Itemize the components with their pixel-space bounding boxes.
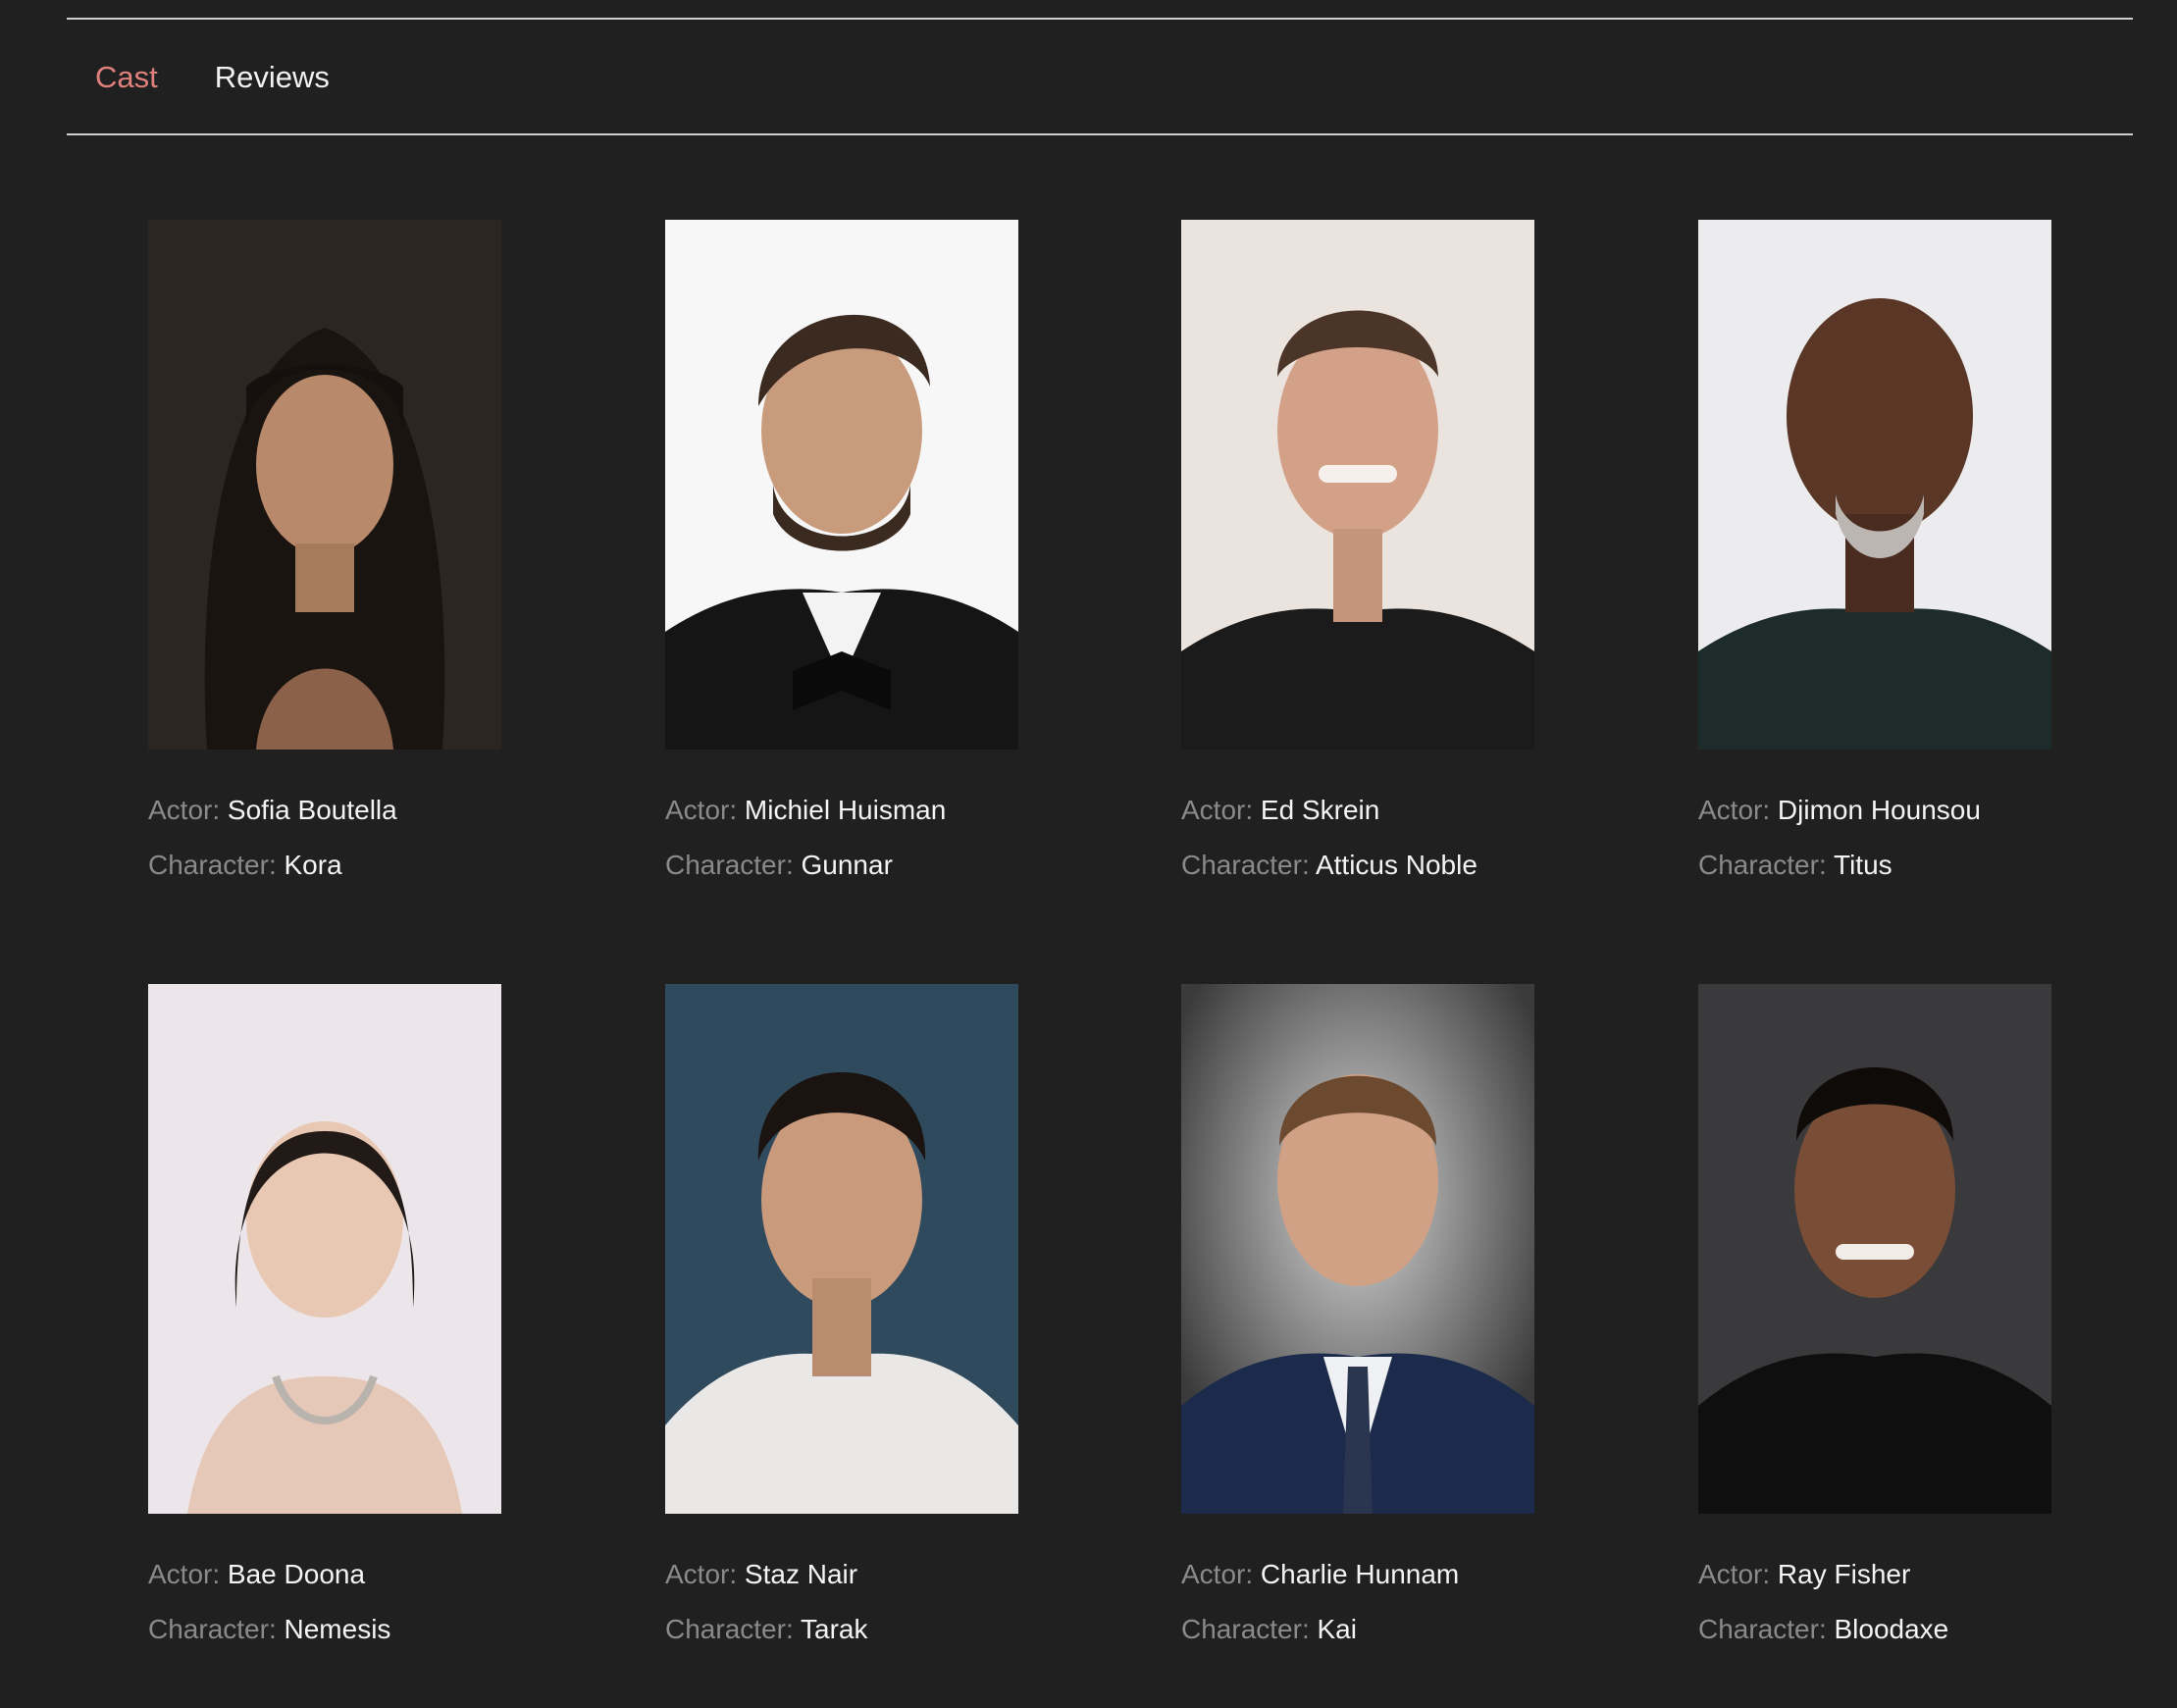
actor-name: Charlie Hunnam [1260, 1559, 1460, 1589]
character-label: Character: [665, 850, 794, 880]
actor-label: Actor: [1181, 1559, 1254, 1589]
cast-card[interactable]: Actor: Sofia Boutella Character: Kora [148, 220, 619, 893]
actor-name: Staz Nair [744, 1559, 858, 1589]
character-name: Gunnar [801, 850, 893, 880]
actor-label: Actor: [148, 1559, 221, 1589]
character-name: Atticus Noble [1315, 850, 1477, 880]
cast-card[interactable]: Actor: Ed Skrein Character: Atticus Nobl… [1181, 220, 1652, 893]
actor-photo[interactable] [1698, 984, 2051, 1514]
actor-photo[interactable] [1181, 984, 1534, 1514]
actor-line: Actor: Staz Nair [665, 1547, 1136, 1602]
actor-line: Actor: Ray Fisher [1698, 1547, 2169, 1602]
character-line: Character: Kai [1181, 1602, 1652, 1657]
cast-card[interactable]: Actor: Bae Doona Character: Nemesis [148, 984, 619, 1657]
character-line: Character: Nemesis [148, 1602, 619, 1657]
character-line: Character: Gunnar [665, 838, 1136, 893]
character-label: Character: [1181, 850, 1310, 880]
actor-label: Actor: [665, 1559, 738, 1589]
character-line: Character: Kora [148, 838, 619, 893]
character-name: Nemesis [284, 1614, 391, 1644]
cast-card[interactable]: Actor: Michiel Huisman Character: Gunnar [665, 220, 1136, 893]
actor-line: Actor: Ed Skrein [1181, 783, 1652, 838]
character-line: Character: Tarak [665, 1602, 1136, 1657]
character-line: Character: Bloodaxe [1698, 1602, 2169, 1657]
actor-photo[interactable] [148, 984, 501, 1514]
actor-label: Actor: [148, 795, 221, 825]
character-line: Character: Titus [1698, 838, 2169, 893]
actor-name: Ray Fisher [1777, 1559, 1911, 1589]
actor-line: Actor: Bae Doona [148, 1547, 619, 1602]
actor-photo[interactable] [1698, 220, 2051, 750]
page: Cast Reviews Actor: Sofia Boutella Chara… [0, 0, 2177, 1708]
actor-name: Bae Doona [227, 1559, 366, 1589]
actor-photo[interactable] [148, 220, 501, 750]
actor-line: Actor: Sofia Boutella [148, 783, 619, 838]
actor-line: Actor: Charlie Hunnam [1181, 1547, 1652, 1602]
actor-name: Michiel Huisman [744, 795, 947, 825]
character-name: Kora [284, 850, 342, 880]
cast-card[interactable]: Actor: Ray Fisher Character: Bloodaxe [1698, 984, 2169, 1657]
cast-card[interactable]: Actor: Djimon Hounsou Character: Titus [1698, 220, 2169, 893]
character-name: Bloodaxe [1834, 1614, 1949, 1644]
actor-name: Ed Skrein [1260, 795, 1380, 825]
actor-photo[interactable] [665, 984, 1018, 1514]
actor-photo[interactable] [665, 220, 1018, 750]
actor-label: Actor: [1698, 1559, 1771, 1589]
character-line: Character: Atticus Noble [1181, 838, 1652, 893]
actor-label: Actor: [1181, 795, 1254, 825]
cast-grid: Actor: Sofia Boutella Character: Kora Ac… [0, 0, 2177, 1708]
actor-name: Djimon Hounsou [1777, 795, 1981, 825]
character-name: Kai [1317, 1614, 1357, 1644]
actor-line: Actor: Michiel Huisman [665, 783, 1136, 838]
character-label: Character: [148, 850, 277, 880]
character-name: Titus [1834, 850, 1892, 880]
character-label: Character: [1181, 1614, 1310, 1644]
cast-card[interactable]: Actor: Charlie Hunnam Character: Kai [1181, 984, 1652, 1657]
cast-card[interactable]: Actor: Staz Nair Character: Tarak [665, 984, 1136, 1657]
actor-line: Actor: Djimon Hounsou [1698, 783, 2169, 838]
character-label: Character: [1698, 1614, 1827, 1644]
character-name: Tarak [801, 1614, 868, 1644]
actor-label: Actor: [1698, 795, 1771, 825]
actor-name: Sofia Boutella [227, 795, 397, 825]
actor-label: Actor: [665, 795, 738, 825]
character-label: Character: [665, 1614, 794, 1644]
character-label: Character: [1698, 850, 1827, 880]
character-label: Character: [148, 1614, 277, 1644]
actor-photo[interactable] [1181, 220, 1534, 750]
